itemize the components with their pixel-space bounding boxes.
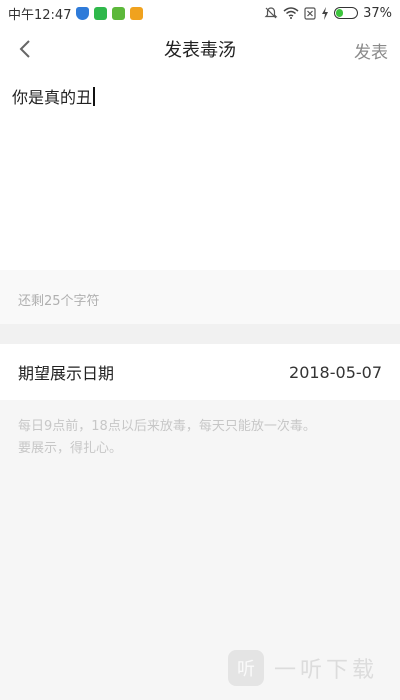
status-bar: 中午12:47 37% <box>0 0 400 26</box>
top-nav: 发表毒汤 发表 <box>0 26 400 72</box>
charging-icon <box>322 6 329 20</box>
publish-button[interactable]: 发表 <box>354 38 388 63</box>
status-time: 中午12:47 <box>8 7 72 23</box>
mute-icon <box>264 7 278 19</box>
display-date-value[interactable]: 2018-05-07 <box>289 363 382 382</box>
editor-text-wrap: 你是真的丑 <box>12 84 96 108</box>
section-divider <box>0 324 400 344</box>
watermark-text: 一听下载 <box>273 658 378 683</box>
watermark: 听 一听下载 <box>227 650 378 686</box>
watermark-logo: 听 <box>227 650 264 686</box>
status-right: 37% <box>264 6 392 21</box>
wifi-icon <box>283 7 299 19</box>
content-editor[interactable]: 你是真的丑 <box>0 72 400 270</box>
chevron-left-icon <box>19 40 30 58</box>
app-icon <box>112 6 126 20</box>
display-date-label: 期望展示日期 <box>18 364 115 383</box>
battery-icon <box>334 7 359 19</box>
rules-line-2: 要展示，得扎心。 <box>18 441 123 456</box>
display-date-row[interactable]: 期望展示日期 2018-05-07 <box>0 344 400 400</box>
shield-icon <box>76 6 90 20</box>
app-icon <box>130 6 144 20</box>
wechat-icon <box>94 6 108 20</box>
rules-line-1: 每日9点前，18点以后来放毒，每天只能放一次毒。 <box>18 419 316 434</box>
text-caret <box>93 86 96 106</box>
back-button[interactable] <box>10 34 40 64</box>
sim-icon <box>304 6 316 20</box>
editor-text: 你是真的丑 <box>12 88 93 107</box>
char-counter: 还剩25个字符 <box>18 294 100 309</box>
status-left: 中午12:47 <box>8 4 144 23</box>
char-counter-row: 还剩25个字符 <box>0 270 400 324</box>
battery-percent: 37% <box>363 5 392 21</box>
battery-fill <box>336 9 344 17</box>
page-title: 发表毒汤 <box>164 40 236 61</box>
